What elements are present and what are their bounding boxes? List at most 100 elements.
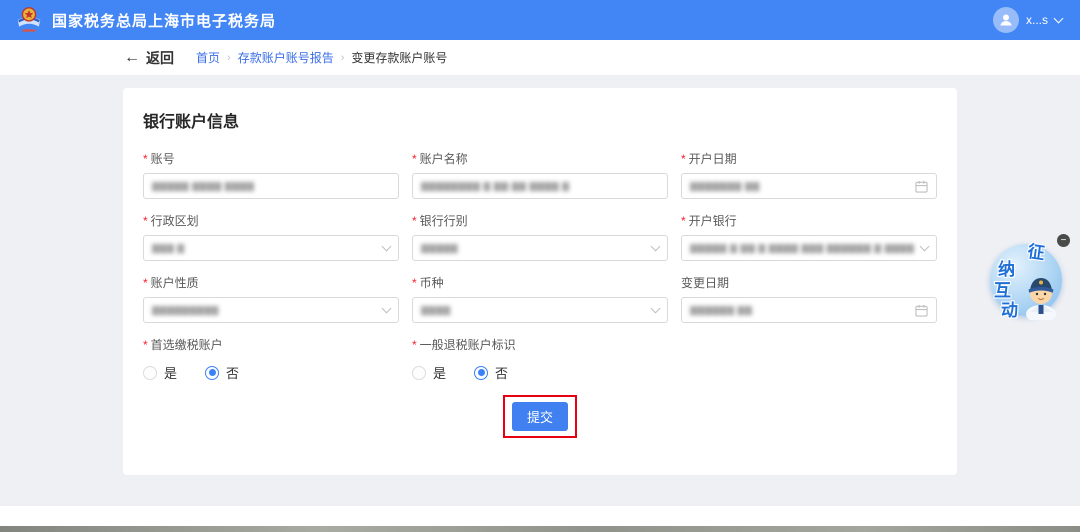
field-label: 开户日期 xyxy=(688,152,737,166)
field-opening-bank: * 开户银行 ▇▇▇▇▇ ▇ ▇▇ ▇ ▇▇▇▇ ▇▇▇ ▇▇▇▇▇▇ ▇ ▇▇▇… xyxy=(681,212,937,261)
field-label: 一般退税账户标识 xyxy=(419,338,516,352)
footer-edge-strip xyxy=(0,526,1080,532)
chevron-down-icon xyxy=(381,303,392,313)
form-row-1: * 账号 ▇▇▇▇▇ ▇▇▇▇ ▇▇▇▇ * 账户名称 ▇▇▇▇▇▇▇▇ ▇ ▇▇ … xyxy=(143,150,937,199)
field-label: 行政区划 xyxy=(150,214,199,228)
admin-division-select[interactable]: ▇▇▇ ▇ xyxy=(143,235,399,261)
breadcrumb-separator: › xyxy=(227,51,231,64)
redacted-value: ▇▇▇▇▇ ▇ ▇▇ ▇ ▇▇▇▇ ▇▇▇ ▇▇▇▇▇▇ ▇ ▇▇▇▇ xyxy=(690,242,915,253)
field-account-nature: * 账户性质 ▇▇▇▇▇▇▇▇▇ xyxy=(143,274,399,323)
required-asterisk: * xyxy=(681,213,686,228)
form-row-3: * 账户性质 ▇▇▇▇▇▇▇▇▇ * 币种 ▇▇▇▇ 变更日期 ▇▇▇▇▇▇ ▇▇ xyxy=(143,274,937,323)
minimize-icon[interactable]: − xyxy=(1057,234,1070,247)
widget-char: 征 xyxy=(1026,241,1046,264)
field-label: 账户性质 xyxy=(150,276,199,290)
radio-checked-icon[interactable] xyxy=(474,365,489,380)
annotation-highlight-box: 提交 xyxy=(502,395,577,438)
breadcrumb-separator: › xyxy=(340,51,345,64)
submit-button[interactable]: 提交 xyxy=(511,402,568,431)
radio-label[interactable]: 是 xyxy=(164,363,177,382)
account-nature-select[interactable]: ▇▇▇▇▇▇▇▇▇ xyxy=(143,297,399,323)
radio-checked-icon[interactable] xyxy=(205,365,220,380)
user-avatar-icon[interactable] xyxy=(992,7,1019,33)
radio-no[interactable]: 否 xyxy=(474,363,508,382)
widget-char: 动 xyxy=(1001,301,1018,320)
breadcrumb: 首页 › 存款账户账号报告 › 变更存款账户账号 xyxy=(196,49,447,66)
field-account-number: * 账号 ▇▇▇▇▇ ▇▇▇▇ ▇▇▇▇ xyxy=(143,150,399,199)
radio-unchecked-icon[interactable] xyxy=(143,365,157,380)
field-general-refund-account-flag: * 一般退税账户标识 是 否 xyxy=(412,336,668,382)
required-asterisk: * xyxy=(412,151,417,166)
field-preferred-tax-account: * 首选缴税账户 是 否 xyxy=(143,336,399,382)
breadcrumb-current: 变更存款账户账号 xyxy=(351,51,448,65)
opening-bank-select[interactable]: ▇▇▇▇▇ ▇ ▇▇ ▇ ▇▇▇▇ ▇▇▇ ▇▇▇▇▇▇ ▇ ▇▇▇▇ xyxy=(681,235,937,261)
field-account-name: * 账户名称 ▇▇▇▇▇▇▇▇ ▇ ▇▇ ▇▇ ▇▇▇▇ ▇ xyxy=(412,150,668,199)
back-label[interactable]: 返回 xyxy=(146,48,174,68)
field-open-date: * 开户日期 ▇▇▇▇▇▇▇ ▇▇ xyxy=(681,150,937,199)
section-title: 银行账户信息 xyxy=(143,114,240,131)
radio-label[interactable]: 否 xyxy=(495,363,508,382)
redacted-value: ▇▇▇▇▇▇ ▇▇ xyxy=(690,304,753,315)
currency-select[interactable]: ▇▇▇▇ xyxy=(412,297,668,323)
field-label: 首选缴税账户 xyxy=(150,338,223,352)
field-label: 变更日期 xyxy=(681,276,730,290)
redacted-value: ▇▇▇ ▇ xyxy=(152,242,185,253)
chevron-down-icon xyxy=(381,241,392,251)
redacted-value: ▇▇▇▇ xyxy=(421,304,451,315)
breadcrumb-home[interactable]: 首页 xyxy=(196,49,220,66)
redacted-value: ▇▇▇▇▇▇▇▇ ▇ ▇▇ ▇▇ ▇▇▇▇ ▇ xyxy=(421,180,570,191)
field-label: 银行行别 xyxy=(419,214,468,228)
main-content: 银行账户信息 * 账号 ▇▇▇▇▇ ▇▇▇▇ ▇▇▇▇ * 账户名称 ▇▇▇▇▇▇▇… xyxy=(0,75,1080,475)
change-date-input[interactable]: ▇▇▇▇▇▇ ▇▇ xyxy=(681,297,937,323)
field-label: 币种 xyxy=(419,276,444,290)
field-currency: * 币种 ▇▇▇▇ xyxy=(412,274,668,323)
user-name[interactable]: x...s xyxy=(1026,13,1048,27)
redacted-value: ▇▇▇▇▇ xyxy=(421,242,459,253)
required-asterisk: * xyxy=(143,337,148,352)
radio-yes[interactable]: 是 xyxy=(412,363,446,382)
open-date-input[interactable]: ▇▇▇▇▇▇▇ ▇▇ xyxy=(681,173,937,199)
back-arrow-icon[interactable]: ← xyxy=(124,49,140,66)
radio-label[interactable]: 否 xyxy=(226,363,239,382)
tax-officer-mascot xyxy=(1026,278,1056,320)
page: 国家税务总局上海市电子税务局 x...s ← 返回 首页 › 存款账户账号报告 … xyxy=(0,0,1080,532)
redacted-value: ▇▇▇▇▇▇▇ ▇▇ xyxy=(690,180,760,191)
chevron-down-icon xyxy=(919,241,930,251)
user-menu[interactable]: x...s xyxy=(992,7,1064,33)
account-number-input[interactable]: ▇▇▇▇▇ ▇▇▇▇ ▇▇▇▇ xyxy=(143,173,399,199)
redacted-value: ▇▇▇▇▇▇▇▇▇ xyxy=(152,304,219,315)
required-asterisk: * xyxy=(412,337,417,352)
tax-bureau-logo xyxy=(17,7,41,32)
required-asterisk: * xyxy=(143,275,148,290)
required-asterisk: * xyxy=(412,275,417,290)
redacted-value: ▇▇▇▇▇ ▇▇▇▇ ▇▇▇▇ xyxy=(152,180,255,191)
account-name-input[interactable]: ▇▇▇▇▇▇▇▇ ▇ ▇▇ ▇▇ ▇▇▇▇ ▇ xyxy=(412,173,668,199)
field-change-date: 变更日期 ▇▇▇▇▇▇ ▇▇ xyxy=(681,274,937,323)
footer-white-strip xyxy=(0,506,1080,526)
field-bank-category: * 银行行别 ▇▇▇▇▇ xyxy=(412,212,668,261)
field-label: 账号 xyxy=(150,152,175,166)
tax-interaction-widget[interactable]: 征 纳 互 动 − xyxy=(984,234,1070,324)
chevron-down-icon[interactable] xyxy=(1053,13,1064,24)
chevron-down-icon xyxy=(650,303,661,313)
submit-area: 提交 xyxy=(143,395,937,438)
breadcrumb-bar: ← 返回 首页 › 存款账户账号报告 › 变更存款账户账号 xyxy=(0,40,1080,75)
bank-account-form-card: 银行账户信息 * 账号 ▇▇▇▇▇ ▇▇▇▇ ▇▇▇▇ * 账户名称 ▇▇▇▇▇▇▇… xyxy=(123,88,957,475)
required-asterisk: * xyxy=(681,151,686,166)
site-title: 国家税务总局上海市电子税务局 xyxy=(52,12,277,30)
chevron-down-icon xyxy=(650,241,661,251)
app-header: 国家税务总局上海市电子税务局 x...s xyxy=(0,0,1080,40)
required-asterisk: * xyxy=(412,213,417,228)
bank-category-select[interactable]: ▇▇▇▇▇ xyxy=(412,235,668,261)
form-row-2: * 行政区划 ▇▇▇ ▇ * 银行行别 ▇▇▇▇▇ * 开户银行 ▇▇▇▇▇ ▇ ▇▇… xyxy=(143,212,937,261)
radio-unchecked-icon[interactable] xyxy=(412,365,426,380)
breadcrumb-parent[interactable]: 存款账户账号报告 xyxy=(238,49,334,66)
field-label: 账户名称 xyxy=(419,152,468,166)
calendar-icon xyxy=(915,304,928,317)
radio-label[interactable]: 是 xyxy=(433,363,446,382)
field-admin-division: * 行政区划 ▇▇▇ ▇ xyxy=(143,212,399,261)
form-row-4: * 首选缴税账户 是 否 * 一般退税账户标识 是 否 xyxy=(143,336,937,382)
radio-no[interactable]: 否 xyxy=(205,363,239,382)
back-button[interactable]: ← 返回 xyxy=(124,48,174,68)
radio-yes[interactable]: 是 xyxy=(143,363,177,382)
